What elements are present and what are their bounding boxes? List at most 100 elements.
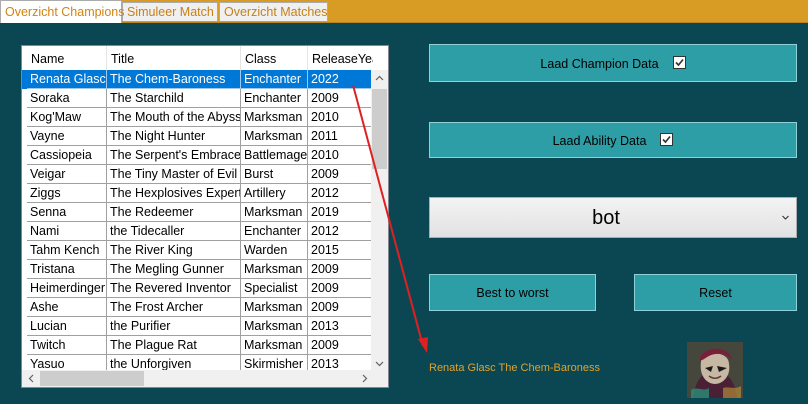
cell-class: Burst — [241, 165, 308, 184]
cell-release-year: 2009 — [308, 279, 373, 298]
cell-release-year: 2009 — [308, 89, 373, 108]
table-row[interactable]: Ziggs The Hexplosives Expert Artillery 2012 — [22, 184, 373, 203]
column-header-class[interactable]: Class — [241, 46, 308, 70]
cell-class: Marksman — [241, 336, 308, 355]
load-champion-data-button[interactable]: Laad Champion Data — [429, 44, 797, 82]
table-row[interactable]: Renata Glasc The Chem-Baroness Enchanter 20… — [22, 70, 373, 89]
tab-bar: Overzicht Champions Simuleer Match Overz… — [0, 0, 808, 23]
check-icon — [662, 136, 672, 144]
best-to-worst-button[interactable]: Best to worst — [429, 274, 596, 311]
horizontal-scroll-thumb[interactable] — [40, 371, 144, 386]
table-row[interactable]: Vayne The Night Hunter Marksman 2011 — [22, 127, 373, 146]
cell-release-year: 2019 — [308, 203, 373, 222]
cell-title: The Chem-Baroness — [107, 70, 241, 89]
table-row[interactable]: Tristana The Megling Gunner Marksman 2009 — [22, 260, 373, 279]
cell-name: Ashe — [27, 298, 107, 317]
cell-class: Marksman — [241, 127, 308, 146]
table-row[interactable]: Twitch The Plague Rat Marksman 2009 — [22, 336, 373, 355]
cell-class: Artillery — [241, 184, 308, 203]
cell-name: Tahm Kench — [27, 241, 107, 260]
cell-title: The Frost Archer — [107, 298, 241, 317]
cell-release-year: 2009 — [308, 165, 373, 184]
cell-class: Enchanter — [241, 222, 308, 241]
cell-release-year: 2009 — [308, 260, 373, 279]
cell-name: Cassiopeia — [27, 146, 107, 165]
check-icon — [674, 59, 684, 67]
load-ability-data-checkbox[interactable] — [660, 133, 674, 147]
cell-release-year: 2012 — [308, 222, 373, 241]
tab-overzicht-champions[interactable]: Overzicht Champions — [0, 0, 125, 23]
scrollbar-corner — [371, 370, 388, 387]
tab-overzicht-matches[interactable]: Overzicht Matches — [219, 2, 328, 21]
cell-title: The Redeemer — [107, 203, 241, 222]
vertical-scrollbar[interactable] — [371, 70, 388, 372]
cell-class: Marksman — [241, 298, 308, 317]
column-header-name[interactable]: Name — [27, 46, 107, 70]
cell-title: The Megling Gunner — [107, 260, 241, 279]
cell-title: The Revered Inventor — [107, 279, 241, 298]
cell-title: The Plague Rat — [107, 336, 241, 355]
cell-class: Marksman — [241, 108, 308, 127]
cell-name: Twitch — [27, 336, 107, 355]
scroll-left-icon[interactable] — [22, 374, 39, 385]
table-row[interactable]: Nami the Tidecaller Enchanter 2012 — [22, 222, 373, 241]
table-body: Renata Glasc The Chem-Baroness Enchanter 20… — [22, 70, 373, 374]
cell-class: Marksman — [241, 203, 308, 222]
cell-release-year: 2012 — [308, 184, 373, 203]
cell-class: Marksman — [241, 260, 308, 279]
cell-class: Enchanter — [241, 70, 308, 89]
cell-class: Specialist — [241, 279, 308, 298]
horizontal-scrollbar[interactable] — [22, 370, 373, 387]
cell-class: Marksman — [241, 317, 308, 336]
scroll-up-icon[interactable] — [371, 73, 388, 83]
role-select[interactable]: bot — [429, 197, 797, 238]
cell-title: The Starchild — [107, 89, 241, 108]
table-row[interactable]: Heimerdinger The Revered Inventor Speciali… — [22, 279, 373, 298]
load-champion-data-checkbox[interactable] — [672, 56, 686, 70]
cell-release-year: 2010 — [308, 146, 373, 165]
load-ability-data-button[interactable]: Laad Ability Data — [429, 122, 797, 158]
cell-name: Heimerdinger — [27, 279, 107, 298]
table-row[interactable]: Cassiopeia The Serpent's Embrace Battlemag… — [22, 146, 373, 165]
cell-name: Senna — [27, 203, 107, 222]
role-select-value: bot — [592, 207, 620, 229]
cell-title: The Night Hunter — [107, 127, 241, 146]
cell-release-year: 2015 — [308, 241, 373, 260]
cell-name: Ziggs — [27, 184, 107, 203]
cell-release-year: 2011 — [308, 127, 373, 146]
selected-champion-label: Renata Glasc The Chem-Baroness — [429, 362, 600, 374]
column-header-title[interactable]: Title — [107, 46, 241, 70]
cell-name: Soraka — [27, 89, 107, 108]
cell-class: Enchanter — [241, 89, 308, 108]
load-ability-data-label: Laad Ability Data — [552, 134, 647, 148]
tab-simuleer-match[interactable]: Simuleer Match — [122, 2, 218, 21]
cell-title: the Tidecaller — [107, 222, 241, 241]
cell-release-year: 2013 — [308, 317, 373, 336]
cell-release-year: 2009 — [308, 298, 373, 317]
cell-release-year: 2009 — [308, 336, 373, 355]
cell-title: the Purifier — [107, 317, 241, 336]
cell-name: Veigar — [27, 165, 107, 184]
cell-title: The Hexplosives Expert — [107, 184, 241, 203]
champion-portrait — [687, 342, 743, 398]
scroll-down-icon[interactable] — [371, 359, 388, 369]
column-header-releaseyear[interactable]: ReleaseYear — [308, 46, 373, 70]
chevron-down-icon[interactable] — [781, 209, 790, 232]
cell-name: Lucian — [27, 317, 107, 336]
reset-button[interactable]: Reset — [634, 274, 797, 311]
cell-title: The River King — [107, 241, 241, 260]
table-row[interactable]: Tahm Kench The River King Warden 2015 — [22, 241, 373, 260]
table-row[interactable]: Lucian the Purifier Marksman 2013 — [22, 317, 373, 336]
cell-title: The Serpent's Embrace — [107, 146, 241, 165]
vertical-scroll-thumb[interactable] — [372, 89, 387, 169]
cell-class: Battlemage — [241, 146, 308, 165]
table-row[interactable]: Soraka The Starchild Enchanter 2009 — [22, 89, 373, 108]
cell-name: Kog'Maw — [27, 108, 107, 127]
table-row[interactable]: Kog'Maw The Mouth of the Abyss Marksman 201… — [22, 108, 373, 127]
load-champion-data-label: Laad Champion Data — [540, 57, 659, 71]
table-row[interactable]: Senna The Redeemer Marksman 2019 — [22, 203, 373, 222]
table-row[interactable]: Veigar The Tiny Master of Evil Burst 2009 — [22, 165, 373, 184]
table-header: Name Title Class ReleaseYear — [22, 46, 373, 70]
table-row[interactable]: Ashe The Frost Archer Marksman 2009 — [22, 298, 373, 317]
champions-table[interactable]: Name Title Class ReleaseYear Renata Glas… — [21, 45, 389, 388]
